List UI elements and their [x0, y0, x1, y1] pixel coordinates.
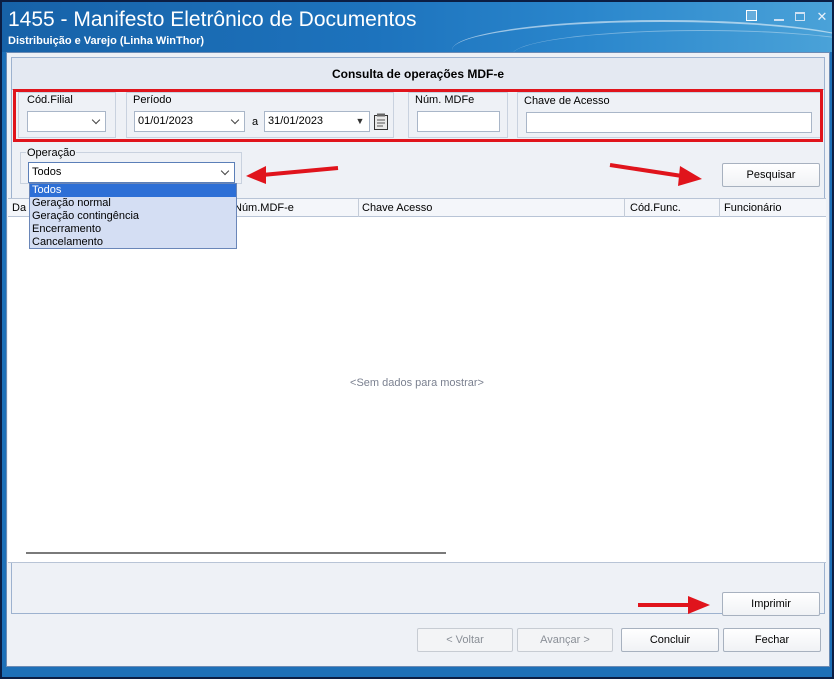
- print-arrow-annotation: [638, 596, 710, 614]
- dropdown-option-encerramento[interactable]: Encerramento: [32, 223, 101, 236]
- operacao-label: Operação: [26, 147, 77, 159]
- horizontal-scrollbar[interactable]: [26, 552, 446, 554]
- column-header-chave-acesso[interactable]: Chave Acesso: [362, 202, 432, 214]
- periodo-end-value: 31/01/2023: [268, 115, 324, 127]
- chevron-down-icon[interactable]: [229, 115, 241, 127]
- dropdown-option-geracao-contingencia[interactable]: Geração contingência: [32, 210, 139, 223]
- operacao-value: Todos: [32, 166, 62, 178]
- periodo-end-field[interactable]: 31/01/2023 ▼: [264, 111, 370, 132]
- dropdown-option-cancelamento[interactable]: Cancelamento: [32, 236, 103, 249]
- column-separator[interactable]: [624, 199, 625, 218]
- cod-filial-label: Cód.Filial: [27, 94, 73, 106]
- periodo-start-value: 01/01/2023: [138, 115, 194, 127]
- periodo-separator: a: [252, 116, 259, 128]
- window-subtitle: Distribuição e Varejo (Linha WinThor): [8, 35, 205, 47]
- pesquisar-button[interactable]: Pesquisar: [722, 163, 820, 187]
- num-mdfe-input[interactable]: [417, 111, 500, 132]
- edit-window-icon[interactable]: [746, 10, 760, 24]
- close-icon[interactable]: ✕: [815, 10, 829, 24]
- column-separator[interactable]: [719, 199, 720, 218]
- chave-acesso-input[interactable]: [526, 112, 812, 133]
- grid-body[interactable]: <Sem dados para mostrar>: [8, 217, 826, 563]
- periodo-label: Período: [133, 94, 172, 106]
- imprimir-button[interactable]: Imprimir: [722, 592, 820, 616]
- left-arrow-annotation: [246, 166, 339, 184]
- chevron-down-icon[interactable]: [219, 166, 231, 178]
- dropdown-arrow-icon[interactable]: ▼: [354, 115, 366, 127]
- client-area: Consulta de operações MDF-e Cód.Filial P…: [6, 52, 830, 667]
- column-separator[interactable]: [358, 199, 359, 218]
- maximize-icon[interactable]: [793, 10, 807, 24]
- column-header-num-mdfe[interactable]: Núm.MDF-e: [234, 202, 294, 214]
- column-header-data[interactable]: Da: [12, 202, 26, 214]
- fechar-button[interactable]: Fechar: [723, 628, 821, 652]
- chave-acesso-label: Chave de Acesso: [524, 95, 610, 107]
- concluir-button[interactable]: Concluir: [621, 628, 719, 652]
- column-header-funcionario[interactable]: Funcionário: [724, 202, 781, 214]
- voltar-button[interactable]: < Voltar: [417, 628, 513, 652]
- periodo-start-field[interactable]: 01/01/2023: [134, 111, 245, 132]
- window-title: 1455 - Manifesto Eletrônico de Documento…: [8, 8, 417, 31]
- minimize-icon[interactable]: [772, 10, 786, 24]
- panel-heading: Consulta de operações MDF-e: [11, 57, 825, 89]
- app-window: 1455 - Manifesto Eletrônico de Documento…: [0, 0, 834, 679]
- column-header-cod-func[interactable]: Cód.Func.: [630, 202, 681, 214]
- dropdown-option-geracao-normal[interactable]: Geração normal: [32, 197, 111, 210]
- title-bar: 1455 - Manifesto Eletrônico de Documento…: [2, 2, 832, 52]
- operacao-combo[interactable]: Todos: [28, 162, 235, 183]
- avancar-button[interactable]: Avançar >: [517, 628, 613, 652]
- chevron-down-icon[interactable]: [90, 115, 102, 127]
- dropdown-option-todos[interactable]: Todos: [30, 184, 236, 197]
- operacao-dropdown-list[interactable]: Todos Geração normal Geração contingênci…: [29, 183, 237, 249]
- cod-filial-combo[interactable]: [27, 111, 106, 132]
- num-mdfe-label: Núm. MDFe: [415, 94, 475, 106]
- empty-grid-message: <Sem dados para mostrar>: [350, 377, 484, 389]
- calendar-icon[interactable]: [373, 113, 389, 131]
- right-arrow-annotation: [609, 163, 702, 186]
